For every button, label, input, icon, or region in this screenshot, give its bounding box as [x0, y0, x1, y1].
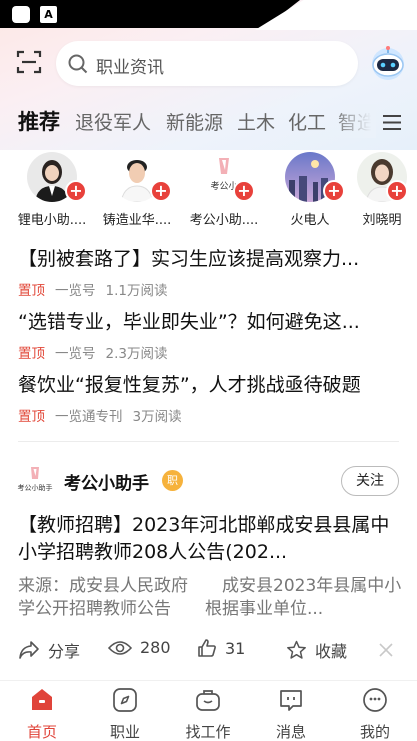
headline-item[interactable]: 餐饮业“报复性复苏”，人才挑战亟待破题 置顶 一览通专刊 3万阅读 [18, 370, 403, 425]
divider [18, 441, 399, 442]
headline-title[interactable]: 餐饮业“报复性复苏”，人才挑战亟待破题 [18, 370, 403, 397]
avatar-name: 刘晓明 [362, 213, 402, 228]
follow-plus-icon[interactable]: + [386, 180, 408, 202]
avatar-item[interactable]: + 火电人 [270, 152, 350, 228]
nav-jobs-label: 找工作 [185, 723, 231, 741]
pinned-tag: 置顶 [18, 346, 45, 362]
robot-assistant-icon[interactable] [368, 44, 408, 84]
headline-source: 一览号 [55, 283, 96, 299]
article-title[interactable]: 【教师招聘】2023年河北邯郸成安县县属中小学招聘教师208人公告(202... [18, 512, 403, 566]
nav-home-label: 首页 [26, 723, 57, 741]
collect-label: 收藏 [315, 642, 348, 661]
follow-button[interactable]: 关注 [341, 466, 399, 496]
pinned-tag: 置顶 [18, 409, 45, 425]
category-tabs: 推荐 退役军人 新能源 土木 化工 智造 [0, 104, 417, 138]
follow-plus-icon[interactable]: + [233, 180, 255, 202]
author-logo-text: 考公小助手 [17, 484, 53, 492]
search-icon [68, 54, 88, 74]
headline-item[interactable]: “选错专业，毕业即失业”？如何避免这... 置顶 一览号 2.3万阅读 [18, 307, 403, 362]
nav-mine[interactable]: 我的 [340, 687, 410, 741]
collect-button[interactable]: 收藏 [286, 638, 347, 662]
nav-career-label: 职业 [109, 723, 140, 741]
article-summary[interactable]: 来源：成安县人民政府 成安县2023年县属中小学公开招聘教师公告 根据事业单位.… [18, 575, 403, 621]
home-icon [32, 689, 52, 710]
avatar-item[interactable]: + 铸造业华.... [97, 152, 177, 228]
tab-recommend[interactable]: 推荐 [18, 106, 60, 136]
article-actions: 分享 280 31 收藏 [0, 636, 417, 666]
scan-icon[interactable] [16, 49, 42, 75]
message-icon [280, 690, 302, 711]
headline-title[interactable]: 【别被套路了】实习生应该提高观察力... [18, 244, 403, 271]
avatar-name: 锂电小助.... [17, 213, 87, 228]
headline-reads: 2.3万阅读 [105, 346, 168, 362]
headline-reads: 1.1万阅读 [105, 283, 168, 299]
dismiss-icon[interactable] [378, 642, 394, 658]
headline-title[interactable]: “选错专业，毕业即失业”？如何避免这... [18, 307, 403, 334]
notification-icon [12, 6, 30, 23]
avatar-name: 考公小助.... [189, 213, 259, 228]
nav-mine-label: 我的 [359, 723, 390, 741]
status-bar: A [0, 0, 417, 30]
headline-meta: 置顶 一览号 2.3万阅读 [18, 342, 403, 362]
pinned-tag: 置顶 [18, 283, 45, 299]
share-button[interactable]: 分享 [18, 638, 80, 662]
nav-career[interactable]: 职业 [90, 687, 160, 741]
tab-chemical[interactable]: 化工 [288, 108, 326, 135]
nav-jobs[interactable]: 找工作 [173, 687, 243, 741]
menu-icon[interactable] [382, 114, 402, 131]
tabs-fade [330, 104, 376, 138]
avatar-item[interactable]: + 锂电小助.... [12, 152, 92, 228]
headline-reads: 3万阅读 [132, 409, 182, 425]
tab-civil[interactable]: 土木 [237, 108, 275, 135]
thumbs-up-icon [198, 639, 216, 657]
views-value: 280 [140, 638, 171, 657]
tab-new-energy[interactable]: 新能源 [166, 108, 223, 135]
briefcase-icon [196, 690, 220, 711]
search-placeholder: 职业资讯 [96, 58, 164, 78]
share-icon [19, 641, 39, 659]
avatar-item[interactable]: + 刘晓明 [342, 152, 417, 228]
author-logo[interactable]: 考公小助手 [18, 466, 53, 494]
author-name[interactable]: 考公小助手 [64, 469, 149, 494]
headline-meta: 置顶 一览通专刊 3万阅读 [18, 405, 403, 425]
likes-value: 31 [225, 638, 246, 658]
nav-home[interactable]: 首页 [7, 687, 77, 741]
follow-plus-icon[interactable]: + [150, 180, 172, 202]
views-count: 280 [108, 638, 171, 657]
verified-badge: 职 [162, 470, 183, 491]
avatar-item[interactable]: 考公小 + 考公小助.... [184, 152, 264, 228]
headline-item[interactable]: 【别被套路了】实习生应该提高观察力... 置顶 一览号 1.1万阅读 [18, 244, 403, 299]
star-icon [287, 640, 306, 659]
nav-messages[interactable]: 消息 [256, 687, 326, 741]
share-label: 分享 [48, 642, 81, 661]
avatar-name: 火电人 [290, 213, 330, 228]
search-bar[interactable]: 职业资讯 [56, 41, 358, 86]
follow-plus-icon[interactable]: + [65, 180, 87, 202]
headline-source: 一览号 [55, 346, 96, 362]
bottom-navigation: 首页 职业 找工作 消息 我的 [0, 680, 417, 741]
compass-icon [113, 688, 137, 712]
nav-messages-label: 消息 [275, 723, 306, 741]
headline-meta: 置顶 一览号 1.1万阅读 [18, 279, 403, 299]
eye-icon [108, 640, 132, 655]
app-notification-icon: A [40, 6, 57, 23]
tab-veterans[interactable]: 退役军人 [75, 108, 151, 135]
profile-icon [363, 688, 387, 712]
avatar-name: 铸造业华.... [102, 213, 172, 228]
headline-source: 一览通专刊 [55, 409, 123, 425]
like-button[interactable]: 31 [197, 638, 245, 658]
